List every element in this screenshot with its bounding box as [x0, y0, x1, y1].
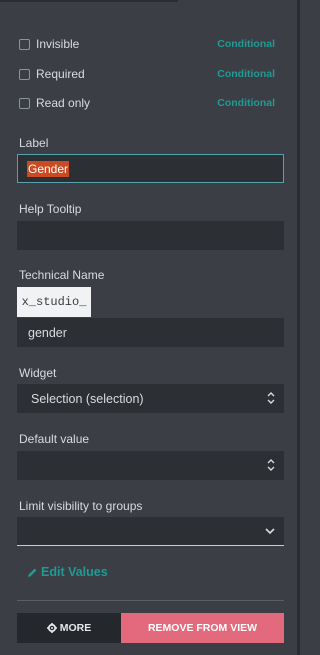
readonly-row: Read only Conditional [19, 96, 275, 110]
technical-name-value: gender [28, 326, 67, 340]
remove-button-label: REMOVE FROM VIEW [147, 622, 258, 634]
chevron-down-icon [265, 528, 275, 535]
footer-divider [17, 600, 284, 601]
required-checkbox[interactable] [19, 68, 30, 80]
invisible-conditional-link[interactable]: Conditional [217, 38, 275, 50]
required-row: Required Conditional [19, 67, 275, 81]
groups-select[interactable] [17, 517, 284, 546]
invisible-row: Invisible Conditional [19, 37, 275, 51]
default-value-label: Default value [19, 432, 90, 446]
widget-select-value: Selection (selection) [31, 392, 144, 406]
more-button[interactable]: MORE [17, 613, 121, 643]
groups-label: Limit visibility to groups [19, 499, 143, 513]
updown-arrows-icon [267, 459, 275, 471]
readonly-checkbox[interactable] [19, 97, 30, 109]
top-border [0, 0, 178, 2]
technical-name-label: Technical Name [19, 268, 105, 282]
required-label: Required [36, 67, 85, 81]
edit-values-link[interactable]: Edit Values [27, 565, 108, 579]
invisible-checkbox[interactable] [19, 38, 30, 50]
help-tooltip-label: Help Tooltip [19, 202, 82, 216]
panel-edge [297, 0, 300, 655]
gear-icon [46, 623, 57, 633]
help-tooltip-input[interactable] [17, 221, 284, 250]
widget-label: Widget [19, 366, 57, 380]
label-field-label: Label [19, 136, 49, 150]
label-input[interactable]: Gender [17, 154, 284, 183]
technical-name-prefix: x_studio_ [17, 287, 91, 317]
pencil-icon [28, 568, 37, 577]
readonly-conditional-link[interactable]: Conditional [217, 97, 275, 109]
invisible-label: Invisible [36, 37, 80, 51]
required-conditional-link[interactable]: Conditional [217, 68, 275, 80]
updown-arrows-icon [267, 392, 275, 404]
edit-values-label: Edit Values [41, 565, 108, 579]
more-button-label: MORE [59, 622, 92, 634]
readonly-label: Read only [36, 96, 91, 110]
label-input-value: Gender [27, 161, 70, 177]
remove-from-view-button[interactable]: REMOVE FROM VIEW [121, 613, 284, 643]
technical-name-input[interactable]: gender [17, 318, 284, 347]
widget-select[interactable]: Selection (selection) [17, 384, 284, 413]
default-value-select[interactable] [17, 451, 284, 480]
